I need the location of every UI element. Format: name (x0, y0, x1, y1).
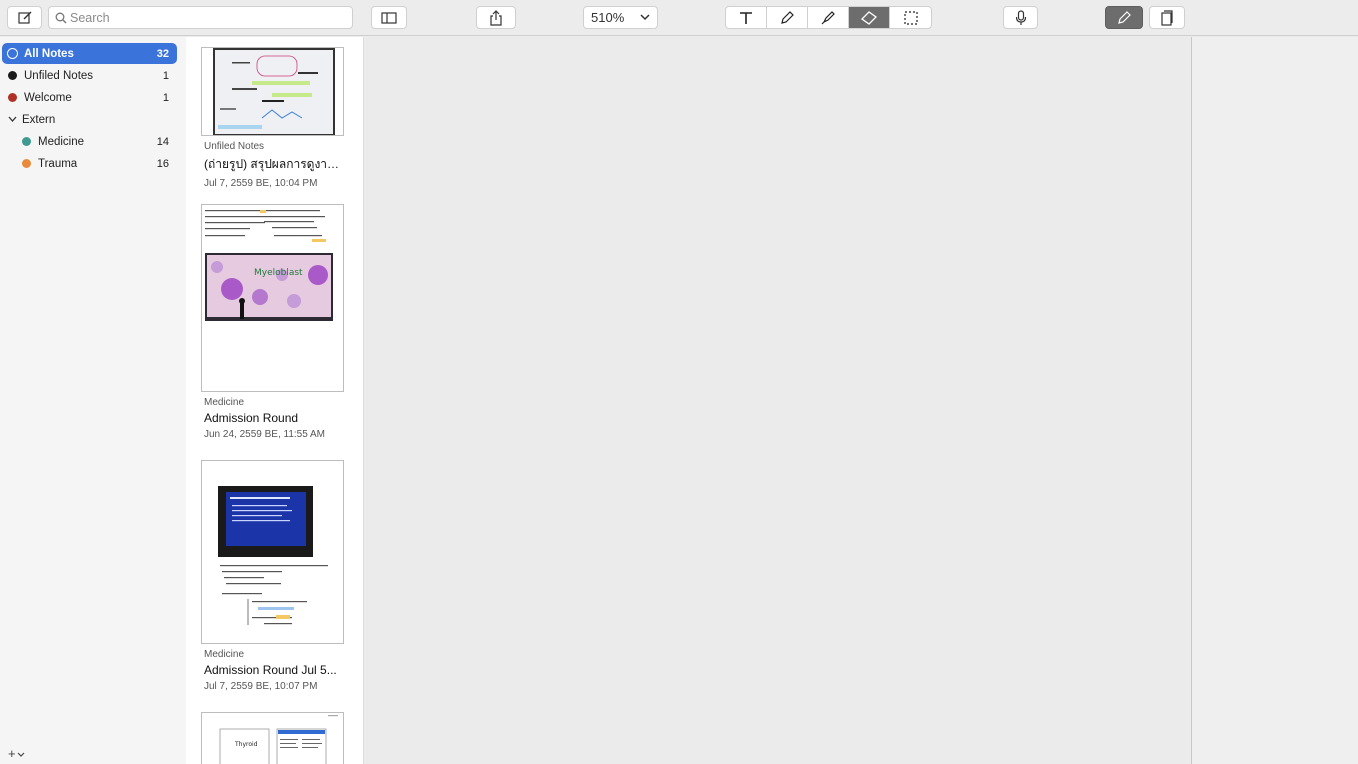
sidebar-item-label: Welcome (24, 91, 72, 104)
note-folder: Medicine (204, 649, 245, 660)
sidebar-item-count: 14 (156, 135, 169, 148)
note-card[interactable]: Thyroid (201, 712, 361, 764)
folder-color-dot-icon (22, 159, 31, 168)
highlighter-icon (821, 10, 835, 24)
note-title: Admission Round (204, 411, 299, 425)
share-icon (490, 9, 502, 26)
note-folder: Unfiled Notes (204, 141, 265, 152)
eraser-tool-button[interactable] (849, 7, 890, 28)
note-thumbnail-image (202, 48, 343, 135)
note-thumbnail-image (202, 461, 343, 643)
chevron-down-icon (640, 14, 650, 21)
folder-color-dot-icon (8, 71, 17, 80)
search-input[interactable] (70, 10, 340, 25)
highlighter-tool-button[interactable] (808, 7, 849, 28)
sidebar-item-count: 1 (162, 91, 169, 104)
note-thumbnail-image: Myeloblast (202, 205, 343, 391)
sidebar-item-count: 1 (162, 69, 169, 82)
record-audio-button[interactable] (1003, 6, 1038, 29)
sidebar-item-welcome[interactable]: Welcome 1 (2, 87, 177, 108)
note-thumbnail (201, 47, 344, 136)
sidebar-item-trauma[interactable]: Trauma 16 (2, 153, 177, 174)
side-pane (1191, 37, 1358, 764)
pen-icon (781, 10, 794, 24)
share-button[interactable] (476, 6, 516, 29)
sidebar-item-medicine[interactable]: Medicine 14 (2, 131, 177, 152)
folder-color-dot-icon (8, 93, 17, 102)
zoom-level: 510% (591, 10, 625, 25)
sidebar-icon (381, 11, 397, 24)
tool-segment (725, 6, 932, 29)
note-canvas[interactable] (365, 37, 1191, 764)
toolbar: 510% (0, 0, 1358, 36)
zoom-select[interactable]: 510% (583, 6, 658, 29)
chevron-down-icon[interactable] (8, 116, 17, 123)
note-card[interactable]: Unfiled Notes (ถ่ายรูป) สรุปผลการดูงาน..… (201, 47, 361, 189)
toggle-sidebar-button[interactable] (371, 6, 407, 29)
search-icon (55, 12, 67, 23)
note-thumbnail: Thyroid (201, 712, 344, 764)
note-title: (ถ่ายรูป) สรุปผลการดูงาน... (204, 157, 342, 171)
note-card[interactable]: Medicine Admission Round Jul 5... Jul 7,… (201, 460, 361, 692)
pen-tool-button[interactable] (767, 7, 808, 28)
sidebar-item-extern[interactable]: Extern (2, 109, 177, 130)
note-card[interactable]: Myeloblast Medicine Admission Round Jun … (201, 204, 361, 440)
sidebar-item-count: 16 (156, 157, 169, 170)
pages-icon (1161, 9, 1173, 26)
sidebar-item-label: Extern (22, 113, 56, 126)
eraser-icon (860, 10, 878, 25)
note-thumbnail: Myeloblast (201, 204, 344, 392)
pencil-icon (1118, 10, 1131, 24)
search-field[interactable] (48, 6, 353, 29)
microphone-icon (1015, 9, 1026, 25)
note-date: Jul 7, 2559 BE, 10:07 PM (204, 681, 318, 692)
page-view-button[interactable] (1149, 6, 1185, 29)
thumbnail-thyroid-text: Thyroid (234, 741, 258, 748)
note-date: Jul 7, 2559 BE, 10:04 PM (204, 178, 318, 189)
folder-color-dot-icon (22, 137, 31, 146)
new-note-button[interactable] (7, 6, 42, 29)
compose-icon (17, 11, 31, 24)
note-title: Admission Round Jul 5... (204, 663, 337, 677)
note-thumbnail (201, 460, 344, 644)
sidebar-item-label: All Notes (24, 47, 74, 60)
selection-tool-button[interactable] (890, 7, 931, 28)
sidebar-item-label: Unfiled Notes (24, 69, 94, 82)
note-date: Jun 24, 2559 BE, 11:55 AM (204, 429, 326, 440)
lasso-select-icon (903, 10, 918, 25)
text-icon (740, 11, 752, 24)
all-notes-icon (7, 48, 18, 59)
note-folder: Medicine (204, 397, 245, 408)
sidebar-item-label: Trauma (38, 157, 78, 170)
pen-mode-button[interactable] (1105, 6, 1143, 29)
note-thumbnail-image: Thyroid (202, 713, 343, 764)
thumbnail-myeloblast-text: Myeloblast (254, 268, 303, 278)
sidebar-item-count: 32 (156, 47, 169, 60)
sidebar-item-all-notes[interactable]: All Notes 32 (2, 43, 177, 64)
notes-list: Unfiled Notes (ถ่ายรูป) สรุปผลการดูงาน..… (186, 37, 364, 764)
add-folder-button[interactable]: + (8, 746, 25, 761)
folder-sidebar: All Notes 32 Unfiled Notes 1 Welcome 1 E… (0, 37, 186, 764)
sidebar-item-label: Medicine (38, 135, 85, 148)
sidebar-item-unfiled-notes[interactable]: Unfiled Notes 1 (2, 65, 177, 86)
text-tool-button[interactable] (726, 7, 767, 28)
chevron-down-icon (17, 752, 25, 757)
add-folder-label: + (8, 746, 16, 761)
